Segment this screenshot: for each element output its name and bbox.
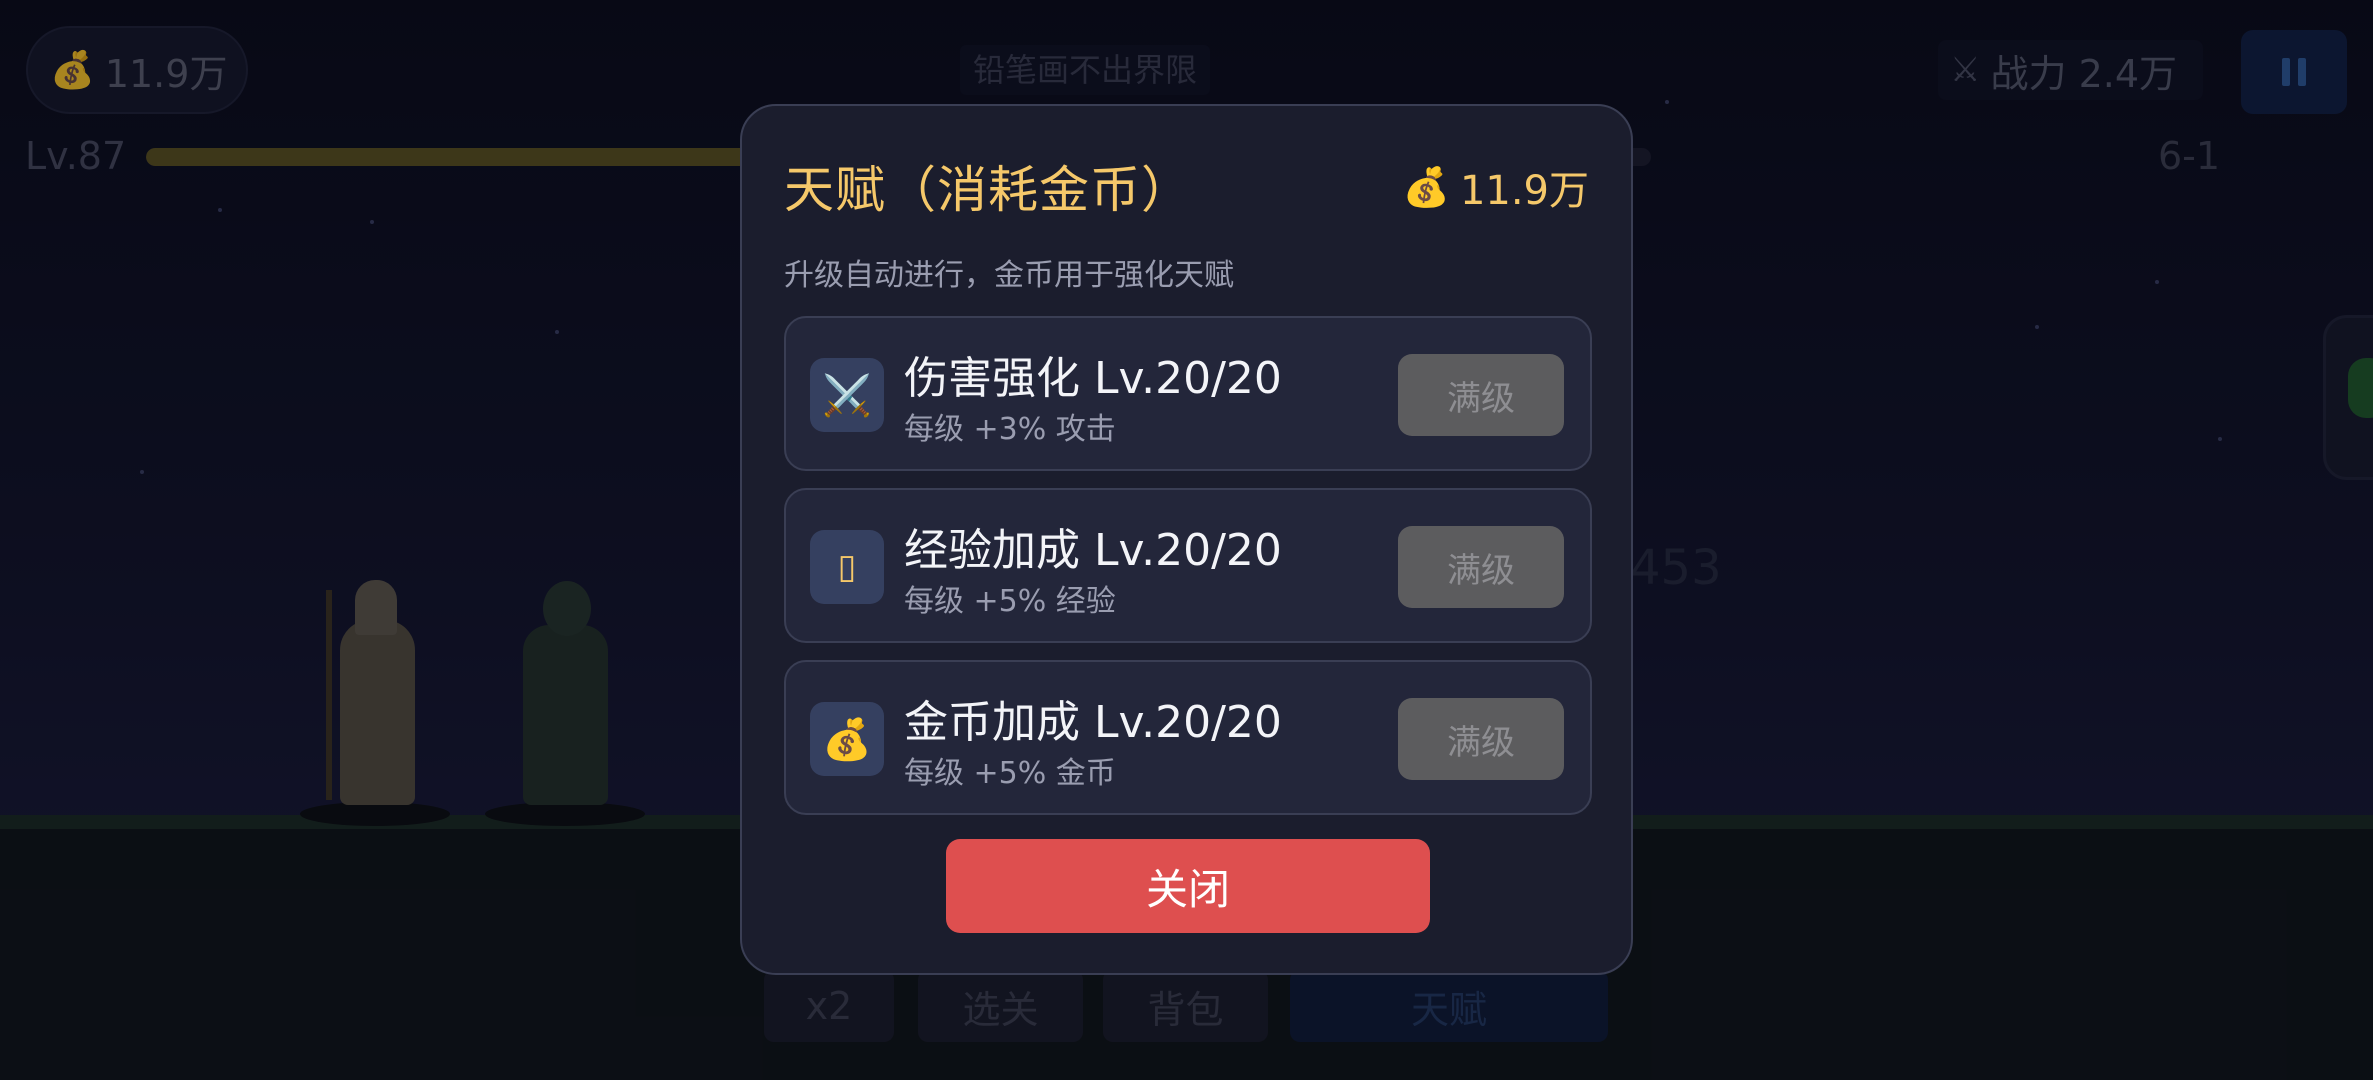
talent-card-damage: ⚔️ 伤害强化 Lv.20/20 每级 +3% 攻击 满级 bbox=[784, 316, 1592, 471]
money-bag-icon: 💰 bbox=[1402, 164, 1450, 209]
talent-description: 每级 +5% 金币 bbox=[904, 756, 1116, 791]
talent-card-exp: ▯ 经验加成 Lv.20/20 每级 +5% 经验 满级 bbox=[784, 488, 1592, 643]
talent-description: 每级 +5% 经验 bbox=[904, 584, 1116, 619]
missing-glyph-icon: ▯ bbox=[810, 530, 884, 604]
dialog-coin-balance: 💰 11.9万 bbox=[1403, 158, 1589, 216]
max-level-button[interactable]: 满级 bbox=[1398, 526, 1564, 608]
talent-description: 每级 +3% 攻击 bbox=[904, 412, 1116, 447]
crossed-swords-icon: ⚔️ bbox=[810, 358, 884, 432]
dialog-subtitle: 升级自动进行，金币用于强化天赋 bbox=[784, 258, 1234, 293]
talent-dialog: 天赋（消耗金币） 💰 11.9万 升级自动进行，金币用于强化天赋 ⚔️ 伤害强化… bbox=[740, 104, 1633, 975]
talent-card-gold: 💰 金币加成 Lv.20/20 每级 +5% 金币 满级 bbox=[784, 660, 1592, 815]
talent-name: 伤害强化 Lv.20/20 bbox=[904, 353, 1282, 404]
dialog-coin-value: 11.9万 bbox=[1459, 168, 1589, 214]
max-level-button[interactable]: 满级 bbox=[1398, 698, 1564, 780]
money-bag-icon: 💰 bbox=[810, 702, 884, 776]
max-level-button[interactable]: 满级 bbox=[1398, 354, 1564, 436]
close-button[interactable]: 关闭 bbox=[946, 839, 1430, 933]
dialog-title: 天赋（消耗金币） bbox=[784, 161, 1192, 219]
talent-name: 金币加成 Lv.20/20 bbox=[904, 697, 1282, 748]
talent-name: 经验加成 Lv.20/20 bbox=[904, 525, 1282, 576]
